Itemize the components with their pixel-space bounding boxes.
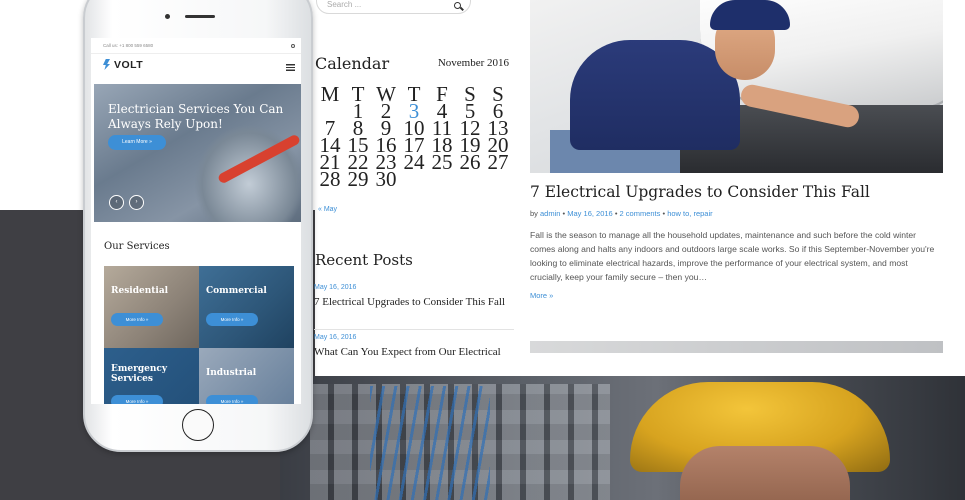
phone-speaker <box>185 15 215 18</box>
calendar-title: Calendar <box>315 54 390 73</box>
search-placeholder: Search ... <box>327 0 362 9</box>
post-featured-image[interactable] <box>530 0 943 173</box>
post-author-link[interactable]: admin <box>540 209 560 218</box>
service-tile-emergency[interactable]: Emergency Services More Info » <box>104 348 199 404</box>
service-tile-label: Industrial <box>206 368 257 378</box>
hero-title: Electrician Services You Can Always Rely… <box>108 102 284 131</box>
calendar-month: November 2016 <box>437 57 509 69</box>
mobile-hero-slider: Electrician Services You Can Always Rely… <box>94 84 301 222</box>
search-icon[interactable] <box>454 2 461 9</box>
lightning-bolt-icon <box>103 59 110 70</box>
calendar-day: 28 <box>319 167 341 191</box>
recent-post-link[interactable]: 7 Electrical Upgrades to Consider This F… <box>314 296 514 308</box>
calendar-header: Calendar November 2016 <box>315 54 513 74</box>
calendar-grid: M T W T F S S 1 2 3 4 5 6 7 8 9 10 11 12… <box>316 82 512 191</box>
logo-text: VOLT <box>114 59 144 71</box>
post-categories-link[interactable]: how to, repair <box>667 209 712 218</box>
service-tile-label: Emergency Services <box>111 364 168 384</box>
mobile-topbar-phone: Call us: +1 800 559 6580 <box>103 43 154 48</box>
calendar-day: 29 <box>347 167 369 191</box>
post-excerpt: Fall is the season to manage all the hou… <box>530 230 935 282</box>
slider-prev-arrow-icon[interactable]: ‹ <box>109 195 124 210</box>
mechanic-cap <box>710 0 790 30</box>
service-tile-residential[interactable]: Residential More Info » <box>104 266 199 348</box>
volt-logo[interactable]: VOLT <box>101 58 161 72</box>
service-more-info-button[interactable]: More Info » <box>206 313 258 326</box>
service-tile-industrial[interactable]: Industrial More Info » <box>199 348 294 404</box>
recent-post-item: May 16, 2016 What Can You Expect from Ou… <box>314 334 514 380</box>
service-tile-commercial[interactable]: Commercial More Info » <box>199 266 294 348</box>
services-title: Our Services <box>104 241 170 252</box>
calendar-prev-month-link[interactable]: « May <box>318 206 337 213</box>
post-meta-by: by <box>530 209 538 218</box>
search-icon[interactable] <box>291 44 295 48</box>
mechanic-shirt <box>570 40 740 150</box>
recent-post-date: May 16, 2016 <box>314 334 357 341</box>
post-meta: by admin • May 16, 2016 • 2 comments • h… <box>530 209 713 218</box>
hero-learn-more-button[interactable]: Learn More » <box>108 135 166 150</box>
phone-screen: Call us: +1 800 559 6580 VOLT Electricia… <box>91 38 301 404</box>
search-input[interactable]: Search ... <box>316 0 471 14</box>
hamburger-menu-icon[interactable] <box>286 64 295 71</box>
recent-posts-title: Recent Posts <box>315 251 413 269</box>
service-more-info-button[interactable]: More Info » <box>111 313 163 326</box>
recent-post-date: May 16, 2016 <box>314 284 357 291</box>
next-post-image[interactable] <box>530 341 943 353</box>
post-title-link[interactable]: 7 Electrical Upgrades to Consider This F… <box>530 183 870 201</box>
post-read-more-link[interactable]: More » <box>530 291 553 300</box>
phone-home-button <box>182 409 214 441</box>
phone-camera <box>165 14 170 19</box>
panel-wires <box>370 386 490 500</box>
calendar-week-row: 21 22 23 24 25 26 27 <box>316 150 512 174</box>
service-tile-label: Commercial <box>206 286 267 296</box>
calendar-day: 25 <box>431 150 453 174</box>
calendar-day: 24 <box>403 150 425 174</box>
mobile-topbar: Call us: +1 800 559 6580 <box>91 38 301 54</box>
recent-posts-list: May 16, 2016 7 Electrical Upgrades to Co… <box>314 284 514 380</box>
weekday-label: M <box>320 82 340 106</box>
calendar-day: 27 <box>487 150 509 174</box>
post-comments-link[interactable]: 2 comments <box>620 209 661 218</box>
worker-face <box>680 446 850 500</box>
post-date-link[interactable]: May 16, 2016 <box>567 209 612 218</box>
service-tile-label: Residential <box>111 286 169 296</box>
recent-post-link[interactable]: What Can You Expect from Our Electrical <box>314 346 514 358</box>
service-more-info-button[interactable]: More Info » <box>206 395 258 404</box>
calendar-day: 30 <box>375 167 397 191</box>
recent-post-item: May 16, 2016 7 Electrical Upgrades to Co… <box>314 284 514 330</box>
calendar-day: 26 <box>459 150 481 174</box>
service-more-info-button[interactable]: More Info » <box>111 395 163 404</box>
electrician-helmet-photo <box>280 376 965 500</box>
slider-next-arrow-icon[interactable]: › <box>129 195 144 210</box>
